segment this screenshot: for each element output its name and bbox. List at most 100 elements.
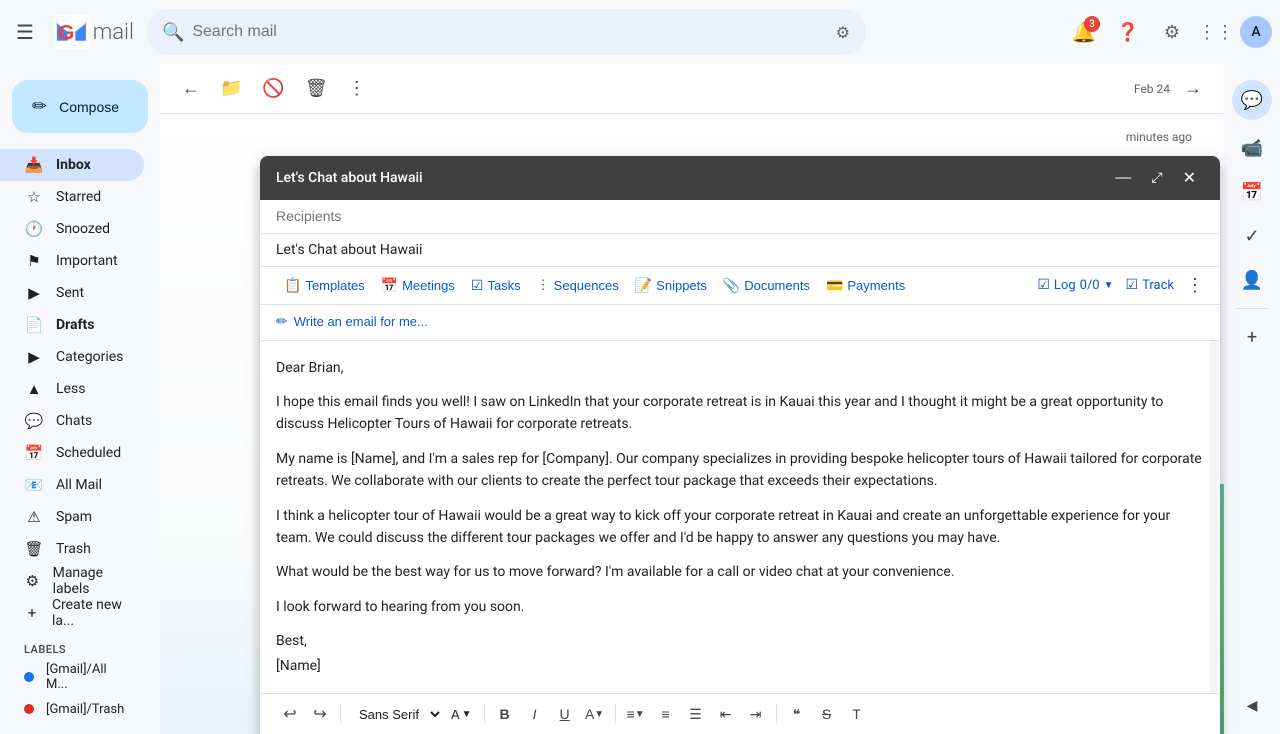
archive-icon[interactable]: 📁 [214, 72, 248, 105]
templates-icon: 📋 [284, 277, 301, 294]
write-ai-button[interactable]: ✏ Write an email for me... [276, 309, 428, 334]
tasks-button[interactable]: ☑ Tasks [463, 273, 529, 298]
sidebar-item-manage-labels[interactable]: ⚙ Manage labels [0, 565, 144, 597]
hamburger-menu[interactable]: ☰ [8, 12, 42, 53]
snoozed-icon: 🕐 [24, 220, 44, 238]
close-button[interactable]: ✕ [1175, 164, 1204, 192]
pencil-icon: ✏ [32, 96, 47, 117]
write-ai-icon: ✏ [276, 313, 288, 330]
help-icon[interactable]: ❓ [1108, 12, 1148, 52]
indent-less-button[interactable]: ⇤ [712, 700, 740, 728]
snoozed-label: Snoozed [56, 221, 110, 237]
bold-button[interactable]: B [491, 700, 519, 728]
numbered-list-button[interactable]: ≡ [652, 700, 680, 728]
underline-button[interactable]: U [551, 700, 579, 728]
right-panel-calendar-icon[interactable]: 📅 [1232, 172, 1272, 212]
scrollbar[interactable] [1210, 341, 1218, 693]
delete-icon[interactable]: 🗑 [299, 72, 334, 105]
gmail-logo: G mail [54, 14, 134, 50]
search-input[interactable] [192, 23, 827, 41]
bullet-list-button[interactable]: ☰ [682, 700, 710, 728]
forward-arrow-icon[interactable]: → [1178, 72, 1208, 105]
clear-formatting-button[interactable]: T [843, 700, 871, 728]
recipients-input[interactable] [276, 208, 1204, 224]
labels-title: Labels [24, 643, 66, 656]
blockquote-button[interactable]: ❝ [783, 700, 811, 728]
font-color-button[interactable]: A▼ [581, 700, 609, 728]
sidebar-item-snoozed[interactable]: 🕐 Snoozed [0, 213, 144, 245]
back-arrow-icon[interactable]: ← [176, 72, 206, 105]
important-icon: ⚑ [24, 252, 44, 270]
right-panel-tasks-icon[interactable]: ✓ [1232, 216, 1272, 256]
right-panel-chat-icon[interactable]: 💬 [1232, 80, 1272, 120]
right-panel-add-icon[interactable]: + [1232, 317, 1272, 357]
font-size-button[interactable]: A ▼ [445, 703, 478, 726]
sidebar-item-starred[interactable]: ☆ Starred [0, 181, 144, 213]
labels-section: Labels [0, 641, 160, 657]
email-body-area[interactable]: Dear Brian, I hope this email finds you … [260, 341, 1220, 693]
log-button[interactable]: ☑ Log 0/0 ▼ [1037, 277, 1113, 293]
notification-icon[interactable]: 🔔 3 [1064, 12, 1104, 52]
write-ai-label: Write an email for me... [294, 314, 428, 329]
crm-toolbar-row: 📋 Templates 📅 Meetings ☑ Tasks ⋮ Sequenc… [260, 267, 1220, 305]
trash-label: Trash [56, 541, 91, 557]
snippets-label: Snippets [656, 278, 707, 293]
modal-header[interactable]: Let's Chat about Hawaii — ⤢ ✕ [260, 156, 1220, 200]
sent-label: Sent [56, 285, 84, 301]
compose-button[interactable]: ✏ Compose [12, 80, 148, 133]
sidebar-item-spam[interactable]: ⚠ Spam [0, 501, 144, 533]
meetings-icon: 📅 [381, 277, 398, 294]
modal-controls: — ⤢ ✕ [1107, 164, 1204, 192]
sidebar-item-trash[interactable]: 🗑 Trash [0, 533, 144, 565]
font-family-select[interactable]: Sans Serif [347, 702, 443, 727]
sidebar-item-all-mail[interactable]: 📧 All Mail [0, 469, 144, 501]
payments-label: Payments [847, 278, 905, 293]
right-panel-expand-icon[interactable]: ◀ [1232, 686, 1272, 726]
track-checkbox-icon: ☑ [1126, 277, 1139, 293]
sidebar-item-create-label[interactable]: + Create new la... [0, 597, 144, 629]
sidebar-item-categories[interactable]: ▶ Categories [0, 341, 144, 373]
sidebar-item-drafts[interactable]: 📄 Drafts [0, 309, 144, 341]
apps-icon[interactable]: ⋮⋮ [1196, 12, 1236, 52]
settings-icon[interactable]: ⚙ [1152, 12, 1192, 52]
align-button[interactable]: ≡▼ [622, 700, 650, 728]
track-button[interactable]: ☑ Track [1126, 277, 1174, 293]
sidebar-item-inbox[interactable]: 📥 Inbox [0, 149, 144, 181]
sidebar-item-important[interactable]: ⚑ Important [0, 245, 144, 277]
email-closing: Best, [276, 630, 1204, 652]
gmail-m-icon: G [54, 14, 89, 50]
snippets-button[interactable]: 📝 Snippets [627, 273, 715, 298]
sidebar-item-less[interactable]: ▲ Less [0, 373, 144, 405]
strikethrough-button[interactable]: S [813, 700, 841, 728]
undo-button[interactable]: ↩ [276, 700, 304, 728]
sequences-button[interactable]: ⋮ Sequences [529, 273, 627, 297]
search-options-icon[interactable]: ⚙ [836, 23, 850, 42]
documents-button[interactable]: 📎 Documents [715, 273, 818, 298]
categories-icon: ▶ [24, 348, 44, 366]
sidebar-item-chats[interactable]: 💬 Chats [0, 405, 144, 437]
email-para2: My name is [Name], and I'm a sales rep f… [276, 448, 1204, 493]
report-icon[interactable]: 🚫 [256, 72, 290, 105]
indent-more-button[interactable]: ⇥ [742, 700, 770, 728]
sidebar-item-gmail-trash[interactable]: [Gmail]/Trash [0, 693, 144, 725]
redo-button[interactable]: ↪ [306, 700, 334, 728]
templates-button[interactable]: 📋 Templates [276, 273, 373, 298]
minimize-button[interactable]: — [1107, 164, 1139, 192]
right-panel-contacts-icon[interactable]: 👤 [1232, 260, 1272, 300]
sidebar-item-gmail-all[interactable]: [Gmail]/All M... [0, 661, 144, 693]
track-label: Track [1142, 278, 1174, 293]
maximize-button[interactable]: ⤢ [1143, 164, 1170, 192]
more-icon[interactable]: ⋮ [342, 72, 372, 105]
tasks-icon: ☑ [471, 277, 484, 294]
italic-button[interactable]: I [521, 700, 549, 728]
sidebar-item-scheduled[interactable]: 📅 Scheduled [0, 437, 144, 469]
avatar[interactable]: A [1240, 16, 1272, 48]
log-dropdown-icon: ▼ [1104, 280, 1114, 291]
search-icon: 🔍 [162, 22, 184, 43]
meetings-button[interactable]: 📅 Meetings [373, 273, 463, 298]
chats-label: Chats [56, 413, 92, 429]
sidebar-item-sent[interactable]: ▶ Sent [0, 277, 144, 309]
more-options-icon[interactable]: ⋮ [1186, 275, 1204, 296]
payments-button[interactable]: 💳 Payments [818, 273, 913, 298]
right-panel-meet-icon[interactable]: 📹 [1232, 128, 1272, 168]
